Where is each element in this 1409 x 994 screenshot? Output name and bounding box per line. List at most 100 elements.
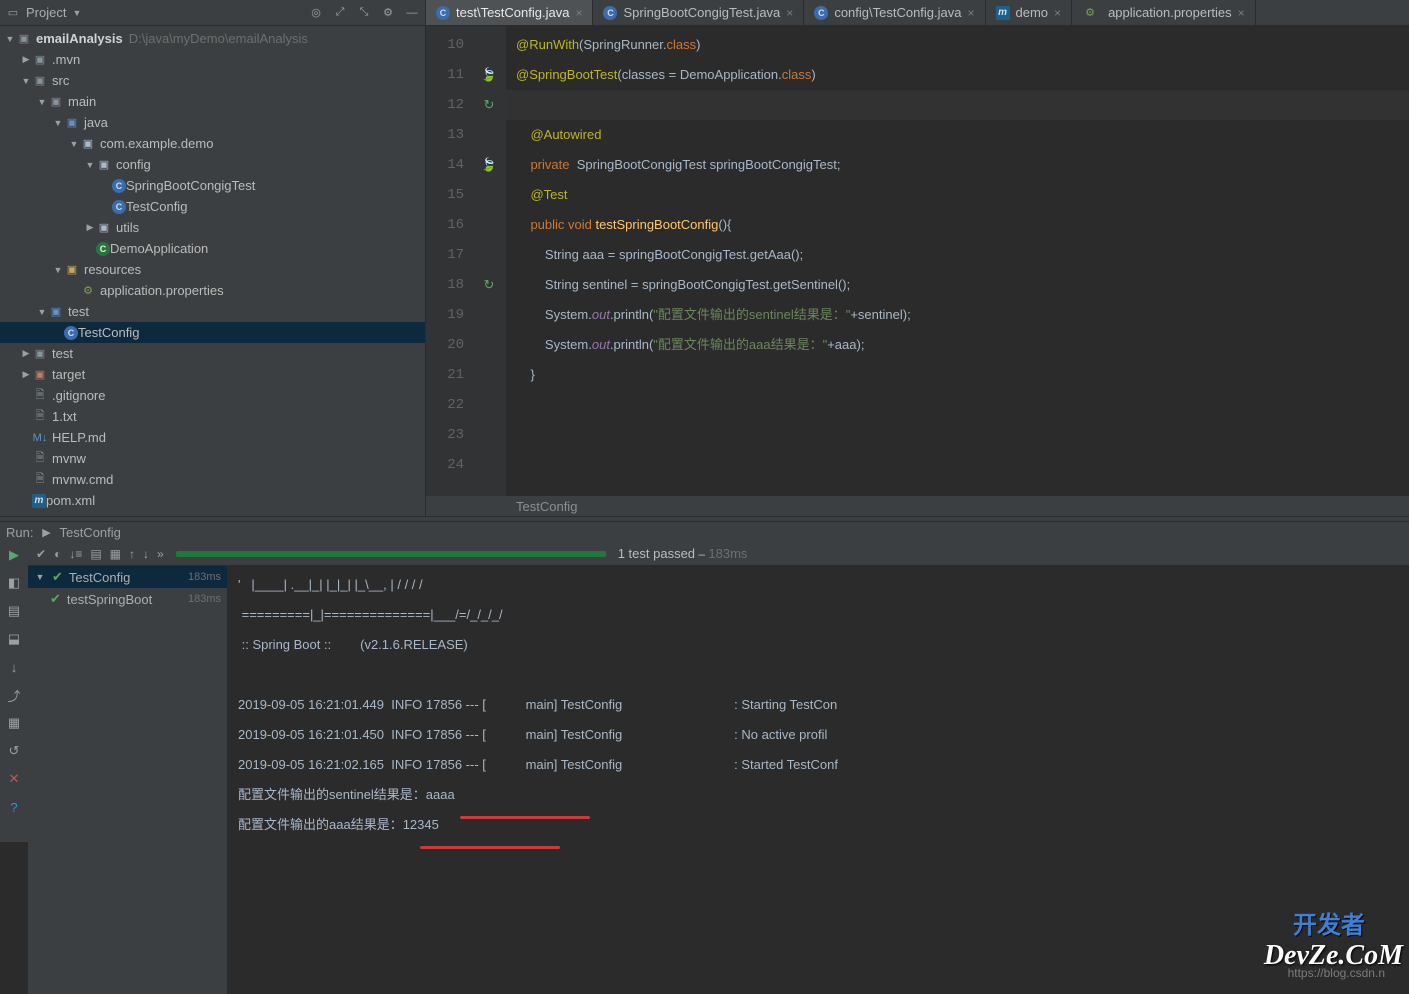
project-sidebar: ▭ Project ▼ ◎ ⤢ ⤡ ⚙ — ▼ ▣ emailAnalysis … (0, 0, 426, 516)
editor-tabs: Ctest\TestConfig.java×CSpringBootCongigT… (426, 0, 1409, 26)
tree-item[interactable]: ▶▣utils (0, 217, 425, 238)
sort-icon[interactable]: ↓≡ (69, 547, 82, 561)
editor-tab[interactable]: Ctest\TestConfig.java× (426, 0, 593, 25)
down-button[interactable]: ↓ (5, 658, 23, 676)
folder-icon: ▣ (64, 115, 80, 131)
console-output[interactable]: ' |____| .__|_| |_|_| |_\__, | / / / / =… (228, 566, 1409, 994)
tree-item-label: TestConfig (126, 199, 187, 214)
line-number-gutter: 10 11 12 13 14 15 16 17 18 19 20 21 22 2… (426, 26, 472, 496)
editor-tab[interactable]: mdemo× (986, 0, 1073, 25)
close-tab-icon[interactable]: × (968, 6, 975, 20)
collapse-all-icon[interactable]: ⤡ (357, 6, 371, 20)
tree-item[interactable]: ▼▣src (0, 70, 425, 91)
expand-icon[interactable]: ▼ (36, 97, 48, 107)
expand-all-icon[interactable]: ⤢ (333, 6, 347, 20)
folder-icon: ▣ (80, 136, 96, 152)
project-title: Project (26, 5, 66, 20)
run-title: Run: (6, 525, 33, 540)
expand-icon[interactable]: ▶ (84, 222, 96, 233)
tree-item[interactable]: ▶▣target (0, 364, 425, 385)
expand-icon[interactable]: ▼ (68, 139, 80, 149)
close-tab-icon[interactable]: × (786, 6, 793, 20)
expand-icon[interactable]: ▼ (52, 118, 64, 128)
tree-item[interactable]: ▼▣resources (0, 259, 425, 280)
breadcrumbs[interactable]: TestConfig (426, 496, 1409, 516)
class-icon: C (64, 326, 78, 340)
test-duration: 183ms (188, 593, 221, 605)
tree-item[interactable]: CSpringBootCongigTest (0, 175, 425, 196)
test-item[interactable]: ✔testSpringBoot183ms (28, 588, 227, 610)
tree-item[interactable]: ⚙application.properties (0, 280, 425, 301)
hide-icon[interactable]: — (405, 6, 419, 20)
tree-item[interactable]: 🗎1.txt (0, 406, 425, 427)
close-tab-icon[interactable]: × (1238, 6, 1245, 20)
expand-icon[interactable]: ▶ (20, 369, 32, 380)
tree-item[interactable]: ▼▣main (0, 91, 425, 112)
folder-icon: ▣ (32, 52, 48, 68)
tree-item[interactable]: CTestConfig (0, 322, 425, 343)
tree-item-label: SpringBootCongigTest (126, 178, 255, 193)
test-tree[interactable]: ▼✔TestConfig183ms✔testSpringBoot183ms (28, 566, 228, 994)
tree-item[interactable]: 🗎 mvnw (0, 448, 425, 469)
project-tree[interactable]: ▼ ▣ emailAnalysis D:\java\myDemo\emailAn… (0, 26, 425, 516)
more-icon[interactable]: » (157, 547, 164, 561)
tree-item[interactable]: 🗎mvnw.cmd (0, 469, 425, 490)
history-button[interactable]: ↺ (5, 742, 23, 760)
help-button[interactable]: ? (5, 798, 23, 816)
tree-item[interactable]: CDemoApplication (0, 238, 425, 259)
file-icon: 🗎 (32, 472, 48, 488)
project-toolbar: ▭ Project ▼ ◎ ⤢ ⤡ ⚙ — (0, 0, 425, 26)
tab-label: demo (1016, 5, 1049, 20)
dropdown-icon[interactable]: ▼ (72, 8, 81, 18)
prev-icon[interactable]: ↑ (129, 547, 135, 561)
export-button[interactable]: ⤴ (5, 686, 23, 704)
expand-icon[interactable]: ▼ (20, 76, 32, 86)
editor-tab[interactable]: Cconfig\TestConfig.java× (804, 0, 985, 25)
tree-item[interactable]: ▼▣test (0, 301, 425, 322)
tree-item[interactable]: ▼▣com.example.demo (0, 133, 425, 154)
pin-button[interactable]: ⬓ (5, 630, 23, 648)
code-editor[interactable]: @RunWith(SpringRunner.class)@SpringBootT… (506, 26, 1409, 496)
tree-item[interactable]: M↓HELP.md (0, 427, 425, 448)
run-config-name: TestConfig (59, 525, 120, 540)
close-tab-icon[interactable]: × (1054, 6, 1061, 20)
gear-icon[interactable]: ⚙ (381, 6, 395, 20)
passed-icon[interactable]: ✔ (36, 547, 46, 561)
test-item[interactable]: ▼✔TestConfig183ms (28, 566, 227, 588)
tree-item-label: utils (116, 220, 139, 235)
test-duration: 183ms (188, 571, 221, 583)
stop-button[interactable]: ✕ (5, 770, 23, 788)
toggle-button[interactable]: ◧ (5, 574, 23, 592)
collapse-icon[interactable]: ▦ (110, 547, 121, 561)
select-opened-icon[interactable]: ◎ (309, 6, 323, 20)
expand-icon[interactable]: ▤ (90, 547, 101, 561)
expand-icon[interactable]: ▼ (84, 160, 96, 170)
tree-item[interactable]: 🗎.gitignore (0, 385, 425, 406)
tree-item[interactable]: mpom.xml (0, 490, 425, 511)
expand-icon[interactable]: ▶ (20, 348, 32, 359)
properties-icon: ⚙ (1082, 5, 1098, 21)
file-icon: 🗎 (32, 409, 48, 425)
expand-icon[interactable]: ▶ (20, 54, 32, 65)
editor-tab[interactable]: CSpringBootCongigTest.java× (593, 0, 804, 25)
tree-item[interactable]: ▶▣.mvn (0, 49, 425, 70)
tree-item[interactable]: ▼▣config (0, 154, 425, 175)
expand-icon[interactable]: ▼ (52, 265, 64, 275)
tree-item[interactable]: ▼▣java (0, 112, 425, 133)
next-icon[interactable]: ↓ (143, 547, 149, 561)
tree-item-label: mvnw (52, 451, 86, 466)
editor-tab[interactable]: ⚙application.properties× (1072, 0, 1256, 25)
layout-button[interactable]: ▤ (5, 602, 23, 620)
folder-icon: ▣ (16, 31, 32, 47)
rerun-button[interactable]: ▶ (5, 546, 23, 564)
expand-icon[interactable]: ▼ (36, 307, 48, 317)
filter-icon[interactable]: ◐ (54, 547, 61, 561)
project-root[interactable]: ▼ ▣ emailAnalysis D:\java\myDemo\emailAn… (0, 28, 425, 49)
markdown-icon: M↓ (32, 430, 48, 446)
close-tab-icon[interactable]: × (575, 6, 582, 20)
file-icon: 🗎 (32, 451, 48, 467)
tree-item[interactable]: ▶▣test (0, 343, 425, 364)
folder-icon: ▣ (32, 367, 48, 383)
settings-button[interactable]: ▦ (5, 714, 23, 732)
tree-item[interactable]: CTestConfig (0, 196, 425, 217)
